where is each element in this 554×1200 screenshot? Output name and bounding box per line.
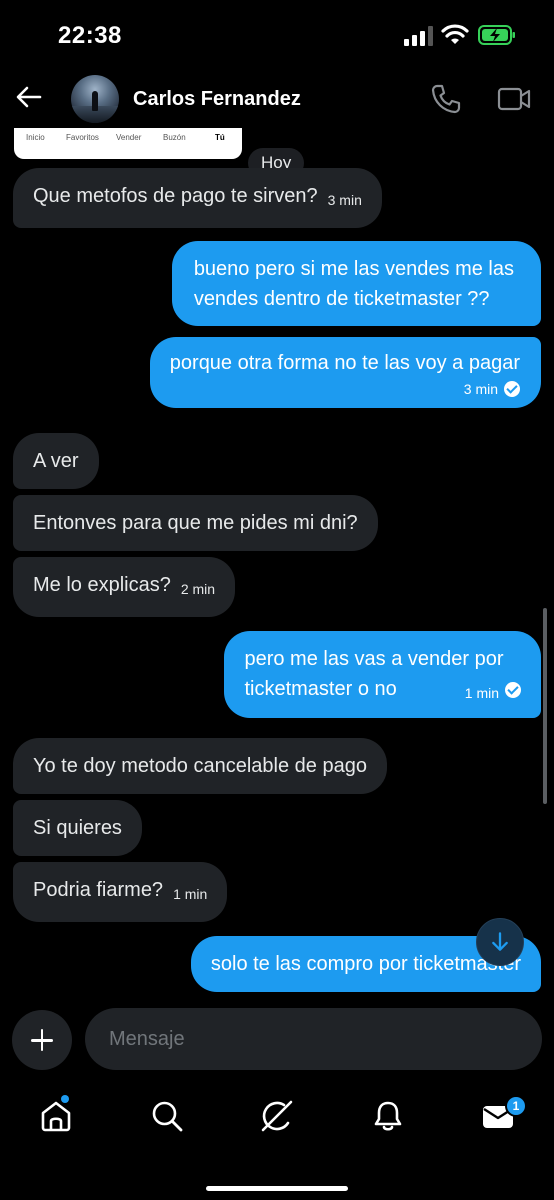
read-receipt-icon xyxy=(504,381,520,397)
status-bar: 22:38 xyxy=(0,0,554,70)
add-attachment-button[interactable] xyxy=(12,1010,72,1070)
scrollbar[interactable] xyxy=(543,608,547,804)
message-time: 3 min xyxy=(327,192,362,208)
message-text: Entonves para que me pides mi dni? xyxy=(33,512,358,534)
composer xyxy=(0,998,554,1082)
message-text: Me lo explicas? xyxy=(33,574,171,596)
message-time: 2 min xyxy=(180,581,216,597)
preview-tab: Tú xyxy=(215,133,225,142)
message-text: bueno pero si me las vendes me las xyxy=(193,258,514,280)
scroll-to-bottom-button[interactable] xyxy=(476,918,524,966)
search-icon[interactable] xyxy=(150,1099,184,1133)
message-time: 3 min xyxy=(463,381,498,397)
message-bubble-incoming[interactable]: Entonves para que me pides mi dni? xyxy=(13,495,378,551)
message-time: 1 min xyxy=(464,685,499,701)
message-text: A ver xyxy=(33,450,79,472)
messages-badge: 1 xyxy=(505,1095,527,1117)
message-bubble-incoming[interactable]: Me lo explicas? 2 min xyxy=(13,557,236,617)
home-icon[interactable] xyxy=(39,1099,73,1133)
message-bubble-incoming[interactable]: Podria fiarme? 1 min xyxy=(13,862,228,922)
wifi-icon xyxy=(441,24,469,44)
preview-tab: Vender xyxy=(116,133,142,142)
message-text: vendes dentro de ticketmaster ?? xyxy=(193,288,490,310)
phone-call-icon[interactable] xyxy=(430,83,462,115)
message-text: Podria fiarme? xyxy=(33,879,164,901)
message-bubble-outgoing[interactable]: porque otra forma no te las voy a pagar … xyxy=(149,337,541,408)
message-text: ticketmaster o no 1 min xyxy=(244,674,521,708)
video-call-icon[interactable] xyxy=(497,84,531,114)
message-text-line: ticketmaster o no xyxy=(244,678,397,700)
message-text: porque otra forma no te las voy a pagar xyxy=(169,352,520,374)
notifications-icon[interactable] xyxy=(371,1099,405,1133)
home-notification-dot xyxy=(61,1095,69,1103)
home-indicator[interactable] xyxy=(206,1186,348,1191)
message-bubble-incoming[interactable]: Yo te doy metodo cancelable de pago xyxy=(13,738,387,794)
cellular-signal-icon xyxy=(404,26,433,46)
message-text: Si quieres xyxy=(33,817,122,839)
shared-image-preview[interactable]: Inicio Favoritos Vender Buzón Tú xyxy=(14,128,242,159)
back-arrow-icon[interactable] xyxy=(14,82,44,112)
message-bubble-incoming[interactable]: Si quieres xyxy=(13,800,142,856)
grok-icon[interactable] xyxy=(260,1099,294,1133)
bottom-navigation: 1 xyxy=(0,1082,554,1200)
message-list[interactable]: Inicio Favoritos Vender Buzón Tú Hoy Que… xyxy=(0,128,554,998)
message-time: 1 min xyxy=(173,886,208,902)
message-text: solo te las compro por ticketmaster xyxy=(210,953,521,975)
preview-tab: Buzón xyxy=(163,133,186,142)
message-bubble-incoming[interactable]: A ver xyxy=(13,433,99,489)
message-bubble-outgoing[interactable]: bueno pero si me las vendes me las vende… xyxy=(171,241,541,326)
message-meta: 3 min xyxy=(170,380,520,398)
message-input[interactable] xyxy=(85,1008,542,1070)
message-bubble-outgoing[interactable]: pero me las vas a vender por ticketmaste… xyxy=(224,631,541,718)
message-text: Yo te doy metodo cancelable de pago xyxy=(33,755,367,777)
avatar-figure xyxy=(92,91,98,111)
message-text: pero me las vas a vender por xyxy=(244,648,504,670)
battery-charging-icon xyxy=(478,25,515,45)
contact-avatar[interactable] xyxy=(71,75,119,123)
read-receipt-icon xyxy=(505,682,521,698)
preview-tab: Inicio xyxy=(26,133,45,142)
message-text: Que metofos de pago te sirven? xyxy=(33,185,318,207)
preview-tab: Favoritos xyxy=(66,133,99,142)
message-bubble-incoming[interactable]: Que metofos de pago te sirven? 3 min xyxy=(13,168,382,228)
status-time: 22:38 xyxy=(58,22,122,49)
conversation-header: Carlos Fernandez xyxy=(0,70,554,128)
contact-name[interactable]: Carlos Fernandez xyxy=(133,88,301,111)
